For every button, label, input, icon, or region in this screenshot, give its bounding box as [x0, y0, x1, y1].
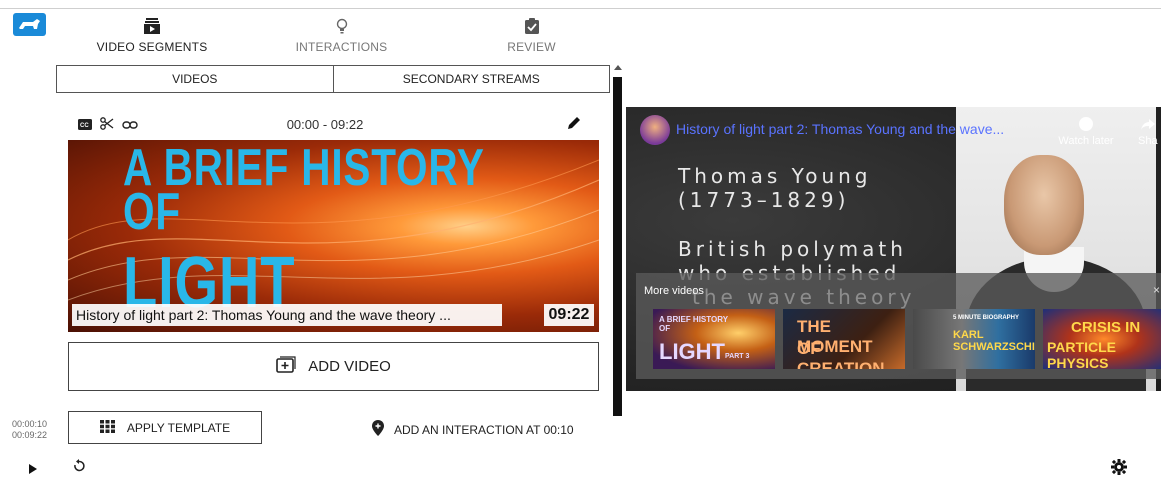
tab-interactions[interactable]: INTERACTIONS: [294, 13, 389, 58]
related-video-text: CRISIS IN: [1071, 319, 1141, 336]
tab-secondary-streams[interactable]: SECONDARY STREAMS: [332, 66, 610, 92]
share-arrow-icon: [1141, 119, 1155, 130]
more-videos-label: More videos: [644, 285, 704, 297]
pencil-icon[interactable]: [566, 115, 582, 136]
apply-template-label: APPLY TEMPLATE: [126, 420, 231, 435]
scissors-icon[interactable]: [100, 117, 114, 135]
scroll-up-icon[interactable]: [614, 65, 622, 70]
related-video-text: OF CREATION: [797, 339, 885, 369]
tab-label: VIDEO SEGMENTS: [96, 40, 208, 54]
tab-videos[interactable]: VIDEOS: [57, 66, 333, 92]
play-icon[interactable]: [28, 461, 38, 479]
film-stack-icon: [144, 18, 160, 34]
video-thumbnail[interactable]: A BRIEF HISTORY OF LIGHT History of ligh…: [68, 140, 599, 332]
slide-text-faded: the wave theory: [692, 285, 916, 309]
tab-review[interactable]: REVIEW: [498, 13, 565, 58]
add-interaction-button[interactable]: ADD AN INTERACTION AT 00:10: [372, 420, 574, 439]
settings-gear-icon[interactable]: [1111, 459, 1127, 480]
related-video-item[interactable]: CRISIS IN PARTICLE PHYSICS: [1043, 309, 1161, 369]
grid-icon: [99, 419, 115, 436]
link-icon[interactable]: [122, 117, 138, 135]
replay-icon[interactable]: [72, 459, 86, 478]
related-video-text: PART 3: [725, 353, 750, 360]
location-pin-icon: [372, 420, 384, 439]
top-divider: [0, 8, 1161, 9]
video-duration: 09:22: [544, 304, 594, 326]
total-time: 00:09:22: [12, 430, 48, 440]
slide-text: British polymath: [678, 237, 907, 261]
stream-tabs: VIDEOS SECONDARY STREAMS: [56, 65, 610, 93]
scrollbar[interactable]: [612, 65, 624, 416]
related-video-text: KARL: [953, 329, 984, 341]
add-video-button[interactable]: ADD VIDEO: [68, 342, 599, 391]
add-box-icon: [276, 355, 296, 378]
add-video-label: ADD VIDEO: [308, 358, 391, 375]
watch-later-label: Watch later: [1058, 135, 1114, 147]
related-video-item[interactable]: 5 MINUTE BIOGRAPHY KARL SCHWARZSCHILD: [913, 309, 1035, 369]
scrollbar-thumb[interactable]: [613, 77, 622, 416]
share-button[interactable]: Sha: [1138, 117, 1158, 147]
related-video-item[interactable]: THE MOMENT OF CREATION: [783, 309, 905, 369]
segment-time-range: 00:00 - 09:22: [286, 117, 364, 132]
close-icon[interactable]: ×: [1153, 283, 1160, 297]
thumbnail-title-line: OF: [123, 183, 181, 241]
related-video-text: 5 MINUTE BIOGRAPHY: [953, 315, 1020, 321]
playback-time: 00:00:10 00:09:22: [12, 419, 47, 441]
apply-template-button[interactable]: APPLY TEMPLATE: [68, 411, 262, 444]
related-video-text: OF: [659, 324, 671, 333]
watch-later-button[interactable]: Watch later: [1054, 117, 1118, 147]
related-video-text: LIGHT: [659, 339, 725, 364]
video-caption: History of light part 2: Thomas Young an…: [72, 304, 502, 326]
player-title[interactable]: History of light part 2: Thomas Young an…: [676, 121, 1004, 137]
tab-video-segments[interactable]: VIDEO SEGMENTS: [96, 13, 208, 58]
clipboard-check-icon: [524, 18, 540, 34]
tab-label: INTERACTIONS: [295, 40, 388, 54]
segment-tools: CC: [78, 117, 138, 135]
related-video-text: PARTICLE PHYSICS: [1047, 339, 1116, 369]
share-label: Sha: [1138, 135, 1158, 147]
app-logo[interactable]: [13, 13, 46, 36]
related-video-item[interactable]: A BRIEF HISTORY OF LIGHT PART 3: [653, 309, 775, 369]
related-video-text: SCHWARZSCHILD: [953, 341, 1035, 353]
closed-captions-icon[interactable]: CC: [78, 117, 92, 135]
slide-text: (1773–1829): [678, 188, 850, 212]
channel-avatar[interactable]: [640, 115, 670, 145]
add-interaction-label: ADD AN INTERACTION AT 00:10: [394, 422, 574, 437]
current-time: 00:00:10: [12, 419, 48, 429]
slide-text: Thomas Young: [678, 164, 872, 188]
clock-icon: [1079, 117, 1093, 131]
tab-label: REVIEW: [507, 40, 556, 54]
related-video-text: A BRIEF HISTORY: [659, 315, 729, 324]
video-player[interactable]: Thomas Young (1773–1829) British polymat…: [626, 107, 1161, 391]
svg-text:CC: CC: [80, 123, 89, 129]
lightbulb-icon: [334, 18, 350, 34]
